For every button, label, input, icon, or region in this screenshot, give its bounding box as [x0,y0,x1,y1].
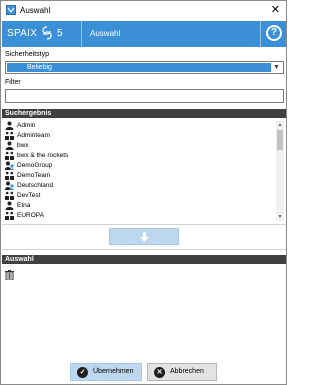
list-item[interactable]: Etna [5,201,273,210]
chevron-down-icon[interactable]: ▼ [271,62,282,73]
security-type-label: Sicherheitstyp [5,51,49,58]
apply-button[interactable]: ✓ Übernehmen [70,363,142,381]
selection-list[interactable] [2,267,286,357]
apply-button-label: Übernehmen [93,368,134,375]
list-item[interactable]: Deutschland [5,181,273,190]
list-item-label: Deutschland [17,182,54,189]
spaix-logo: SPAIX 5 [7,26,63,40]
trash-icon[interactable] [5,270,14,280]
results-list[interactable]: Admin Adminteam bwx bwx & the rockets De… [2,121,286,223]
scroll-thumb[interactable] [277,130,283,150]
logo-swirl-icon [42,26,52,40]
group-icon [5,151,14,160]
list-item[interactable]: bwx & the rockets [5,151,273,160]
user-icon [5,121,14,130]
add-to-selection-button[interactable] [109,228,179,245]
group-icon [5,171,14,180]
window-title: Auswahl [20,6,51,15]
list-divider [2,224,286,225]
list-item-label: bwx & the rockets [17,152,69,159]
arrow-down-icon [140,232,149,242]
list-item[interactable]: DevTest [5,191,273,200]
filter-label: Filter [5,79,21,86]
list-item[interactable]: DemoGroup [5,161,273,170]
list-item[interactable]: Admin [5,121,273,130]
list-item-label: DevTest [17,192,41,199]
list-item-label: bwx [17,142,29,149]
security-type-select[interactable]: Beliebig ▼ [5,61,284,74]
list-item[interactable]: EUROPA [5,211,273,220]
list-item-label: Etna [17,202,31,209]
help-button[interactable]: ? [260,21,286,47]
list-item[interactable]: Adminteam [5,131,273,140]
list-item-label: EUROPA [17,212,44,219]
list-item[interactable]: bwx [5,141,273,150]
role-group-icon [5,181,14,190]
selection-heading: Auswahl [2,255,286,264]
security-type-value: Beliebig [7,63,271,72]
group-icon [5,131,14,140]
header-title: Auswahl [90,29,121,38]
close-button[interactable]: ✕ [271,3,280,17]
header-divider [81,21,82,47]
logo-text: SPAIX [7,28,38,39]
role-group-icon [5,161,14,170]
header-bar: SPAIX 5 Auswahl ? [2,21,286,47]
dialog-window: Auswahl ✕ SPAIX 5 Auswahl ? Sicherheitst… [0,0,287,385]
user-icon [5,201,14,210]
group-icon [5,191,14,200]
checkmark-icon: ✓ [77,367,88,378]
scroll-up-icon[interactable]: ▲ [276,121,284,129]
results-scrollbar[interactable]: ▲ ▼ [276,121,284,221]
cancel-button[interactable]: ✕ Abbrechen [147,363,217,381]
logo-number: 5 [57,28,63,39]
scroll-down-icon[interactable]: ▼ [276,213,284,221]
cancel-x-icon: ✕ [154,367,165,378]
title-bar: Auswahl ✕ [1,1,286,20]
app-icon [6,5,16,15]
list-item-label: DemoGroup [17,162,53,169]
section-divider [2,249,286,250]
list-item-label: Adminteam [17,132,50,139]
results-heading: Suchergebnis [2,109,286,118]
list-item-label: Admin [17,122,36,129]
user-icon [5,141,14,150]
help-icon: ? [266,25,282,41]
group-icon [5,211,14,220]
list-item-label: DemoTeam [17,172,51,179]
list-item[interactable]: DemoTeam [5,171,273,180]
cancel-button-label: Abbrechen [170,368,204,375]
filter-input[interactable] [5,89,284,103]
